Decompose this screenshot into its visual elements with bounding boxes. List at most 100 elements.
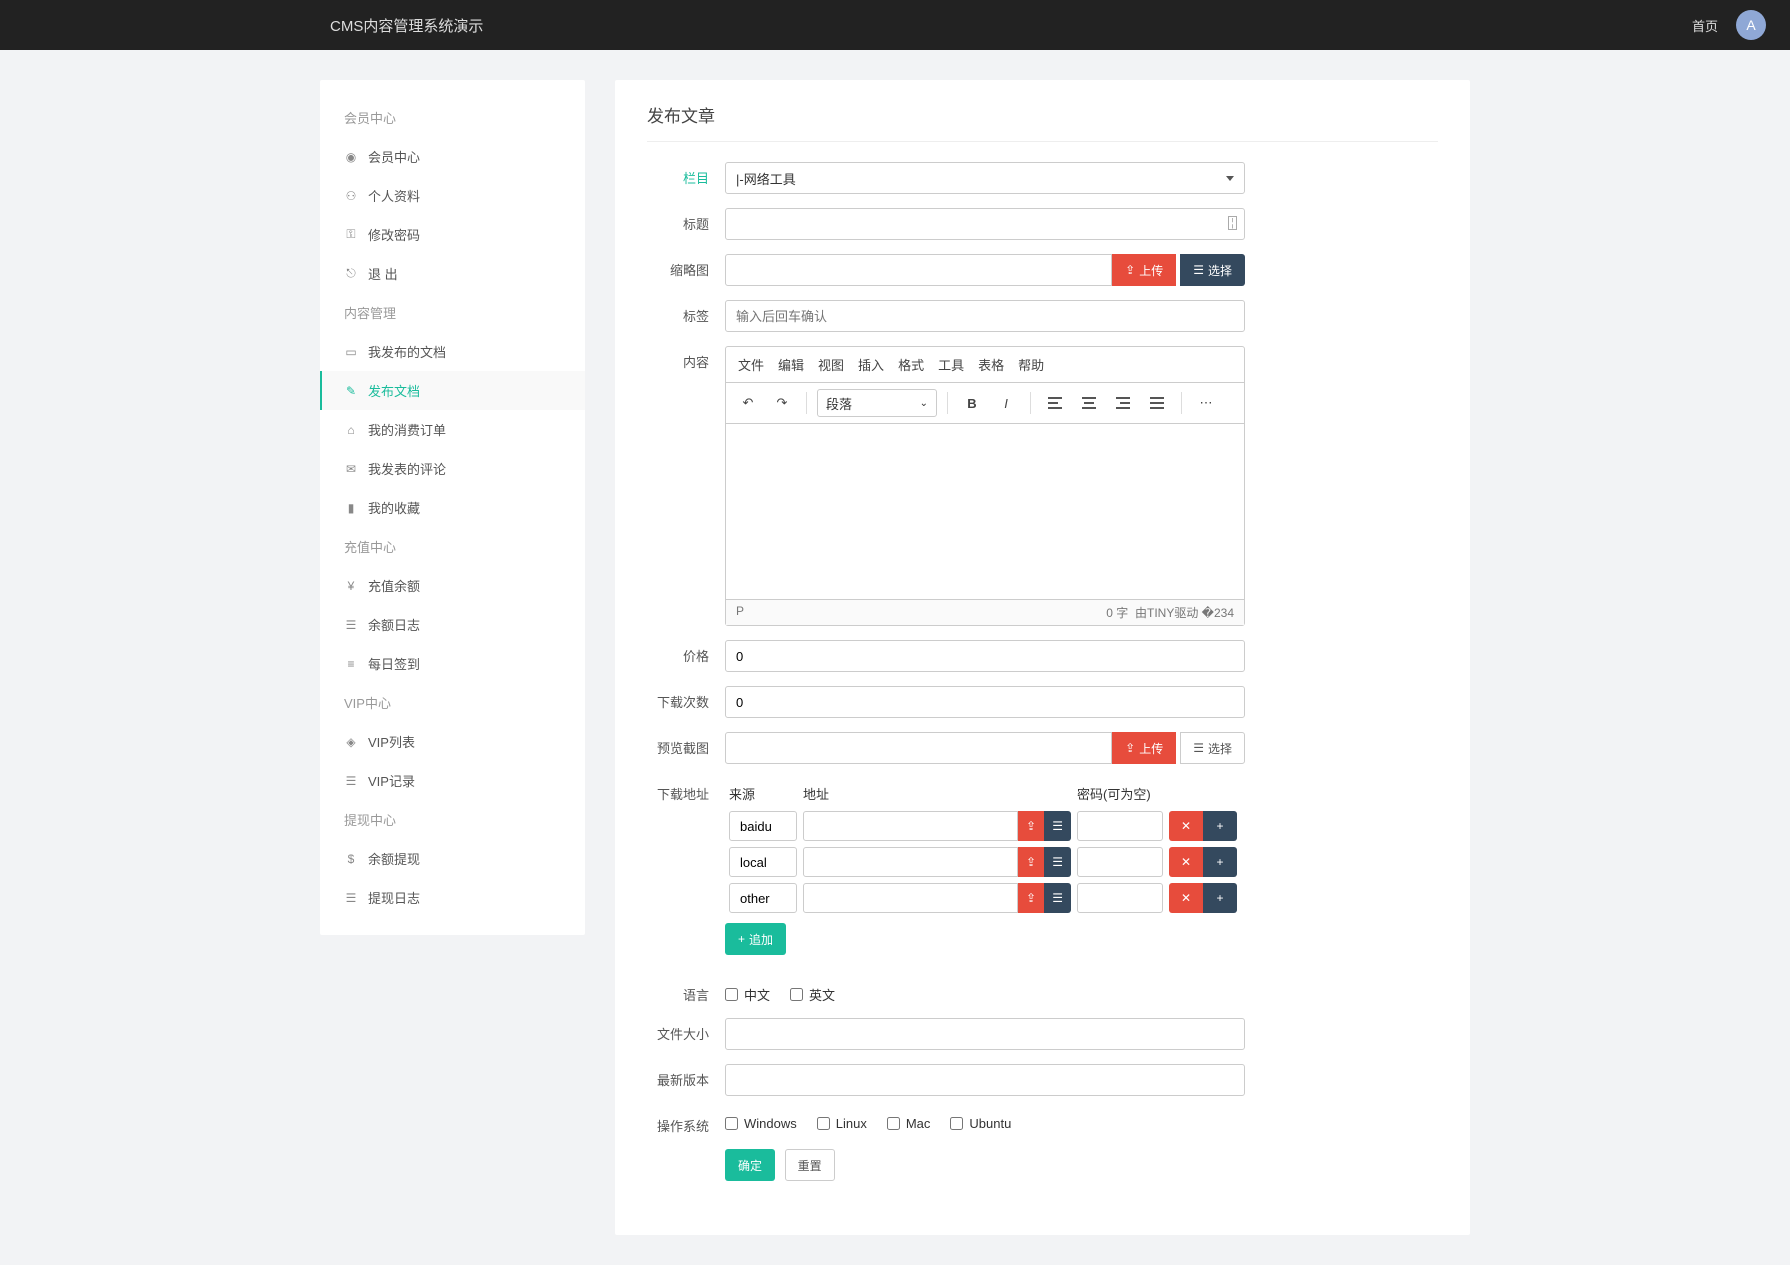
dl-list-button[interactable]: ☰: [1044, 883, 1071, 913]
editor-menu-item[interactable]: 帮助: [1018, 355, 1044, 374]
sidebar-item[interactable]: ✉我发表的评论: [320, 449, 585, 488]
os-option[interactable]: Mac: [887, 1116, 931, 1131]
reset-button[interactable]: 重置: [785, 1149, 835, 1181]
lang-option[interactable]: 中文: [725, 985, 770, 1004]
yen-icon: ¥: [344, 579, 358, 593]
bag-icon: ⌂: [344, 423, 358, 437]
dl-remove-button[interactable]: ✕: [1169, 811, 1203, 841]
brand-title: CMS内容管理系统演示: [330, 15, 1377, 36]
sidebar-item[interactable]: ▭我发布的文档: [320, 332, 585, 371]
category-select[interactable]: |-网络工具: [725, 162, 1245, 194]
sign-out-icon: ⎋: [344, 266, 358, 281]
editor-menu-item[interactable]: 视图: [818, 355, 844, 374]
thumb-select-button[interactable]: ☰选择: [1180, 254, 1245, 286]
sidebar-item-label: 个人资料: [368, 186, 420, 205]
dl-upload-button[interactable]: ⇪: [1018, 847, 1045, 877]
sidebar-item[interactable]: ⚇ 个人资料: [320, 176, 585, 215]
label-filesize: 文件大小: [647, 1018, 725, 1043]
sidebar-item-label: 我发布的文档: [368, 342, 446, 361]
sidebar-item[interactable]: ☰余额日志: [320, 605, 585, 644]
lang-option[interactable]: 英文: [790, 985, 835, 1004]
preview-select-button[interactable]: ☰选择: [1180, 732, 1245, 764]
sidebar-item-label: VIP列表: [368, 732, 415, 751]
preview-input[interactable]: [725, 732, 1112, 764]
sidebar-heading: 会员中心: [320, 98, 585, 137]
sidebar-item[interactable]: ◉会员中心: [320, 137, 585, 176]
sidebar-item[interactable]: ✎发布文档: [320, 371, 585, 410]
os-option[interactable]: Ubuntu: [950, 1116, 1011, 1131]
sidebar-item[interactable]: ⚿ 修改密码: [320, 215, 585, 254]
align-left-button[interactable]: [1041, 389, 1069, 417]
sidebar-item[interactable]: ⎋退 出: [320, 254, 585, 293]
dl-add-button[interactable]: +: [1203, 847, 1237, 877]
add-row-button[interactable]: +追加: [725, 923, 786, 955]
undo-button[interactable]: ↶: [734, 389, 762, 417]
submit-button[interactable]: 确定: [725, 1149, 775, 1181]
editor-menu-item[interactable]: 插入: [858, 355, 884, 374]
dl-source-input[interactable]: [729, 811, 797, 841]
dl-add-button[interactable]: +: [1203, 883, 1237, 913]
align-right-button[interactable]: [1109, 389, 1137, 417]
filesize-input[interactable]: [725, 1018, 1245, 1050]
sidebar-item[interactable]: $余额提现: [320, 839, 585, 878]
list-icon: ☰: [344, 618, 358, 632]
sidebar-item[interactable]: ≡每日签到: [320, 644, 585, 683]
more-button[interactable]: ⋯: [1192, 389, 1220, 417]
tags-input[interactable]: [725, 300, 1245, 332]
user-icon: ⚇: [344, 189, 358, 203]
editor-menu-item[interactable]: 编辑: [778, 355, 804, 374]
dl-pwd-input[interactable]: [1077, 811, 1163, 841]
align-center-button[interactable]: [1075, 389, 1103, 417]
editor-menu-item[interactable]: 工具: [938, 355, 964, 374]
sidebar-item[interactable]: ▮我的收藏: [320, 488, 585, 527]
thumb-input[interactable]: [725, 254, 1112, 286]
sidebar-heading: 提现中心: [320, 800, 585, 839]
dl-url-input[interactable]: [803, 847, 1018, 877]
italic-button[interactable]: I: [992, 389, 1020, 417]
dl-upload-button[interactable]: ⇪: [1018, 811, 1045, 841]
redo-button[interactable]: ↷: [768, 389, 796, 417]
label-downloads: 下载次数: [647, 686, 725, 711]
dl-pwd-input[interactable]: [1077, 883, 1163, 913]
sidebar-item-label: 修改密码: [368, 225, 420, 244]
sidebar-item[interactable]: ☰VIP记录: [320, 761, 585, 800]
label-preview: 预览截图: [647, 732, 725, 757]
os-option[interactable]: Windows: [725, 1116, 797, 1131]
sidebar-item[interactable]: ¥充值余额: [320, 566, 585, 605]
version-input[interactable]: [725, 1064, 1245, 1096]
sidebar-item[interactable]: ☰提现日志: [320, 878, 585, 917]
dl-url-input[interactable]: [803, 883, 1018, 913]
sidebar-item-label: 余额提现: [368, 849, 420, 868]
avatar[interactable]: A: [1736, 10, 1766, 40]
dl-pwd-input[interactable]: [1077, 847, 1163, 877]
label-version: 最新版本: [647, 1064, 725, 1089]
preview-upload-button[interactable]: ⇪上传: [1112, 732, 1176, 764]
os-option[interactable]: Linux: [817, 1116, 867, 1131]
sidebar-item[interactable]: ⌂我的消费订单: [320, 410, 585, 449]
price-input[interactable]: [725, 640, 1245, 672]
editor-menu-item[interactable]: 表格: [978, 355, 1004, 374]
title-input[interactable]: [725, 208, 1245, 240]
editor-body[interactable]: [726, 424, 1244, 599]
dl-list-button[interactable]: ☰: [1044, 811, 1071, 841]
dl-remove-button[interactable]: ✕: [1169, 847, 1203, 877]
dl-list-button[interactable]: ☰: [1044, 847, 1071, 877]
dl-source-input[interactable]: [729, 847, 797, 877]
dl-source-input[interactable]: [729, 883, 797, 913]
dl-remove-button[interactable]: ✕: [1169, 883, 1203, 913]
dl-url-input[interactable]: [803, 811, 1018, 841]
dl-upload-button[interactable]: ⇪: [1018, 883, 1045, 913]
format-select[interactable]: 段落⌄: [817, 389, 937, 417]
editor-menu-item[interactable]: 文件: [738, 355, 764, 374]
sidebar-item[interactable]: ◈ VIP列表: [320, 722, 585, 761]
dl-add-button[interactable]: +: [1203, 811, 1237, 841]
downloads-input[interactable]: [725, 686, 1245, 718]
editor-menu-item[interactable]: 格式: [898, 355, 924, 374]
thumb-upload-button[interactable]: ⇪上传: [1112, 254, 1176, 286]
bold-button[interactable]: B: [958, 389, 986, 417]
list-icon: ☰: [1193, 741, 1204, 755]
nav-home[interactable]: 首页: [1692, 16, 1718, 35]
diamond-icon: ◈: [344, 735, 358, 749]
align-justify-button[interactable]: [1143, 389, 1171, 417]
key-icon: ⚿: [344, 227, 358, 242]
